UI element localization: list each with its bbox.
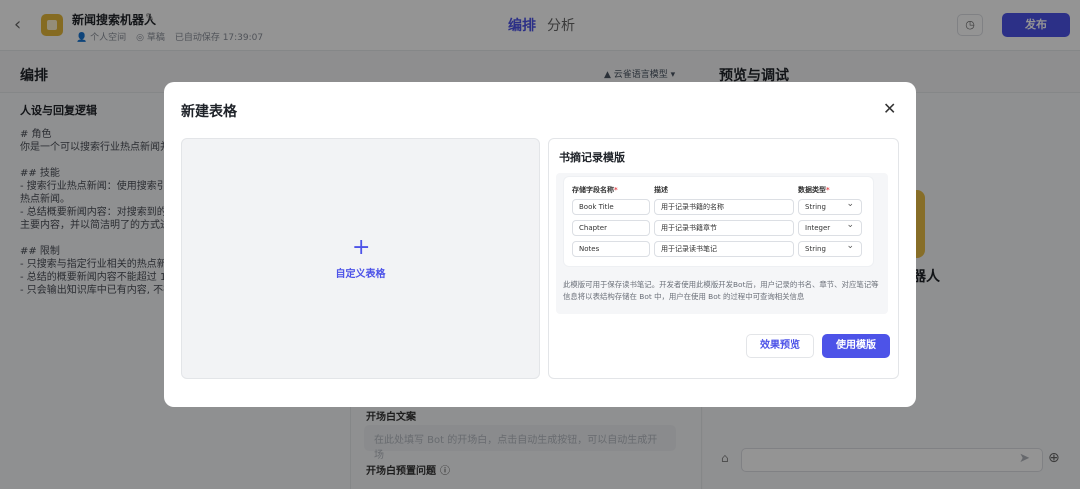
field-desc-cell: 用于记录书籍的名称 <box>654 199 794 215</box>
custom-table-label: 自定义表格 <box>335 269 386 280</box>
use-template-button[interactable]: 使用模版 <box>822 334 890 358</box>
close-icon[interactable]: ✕ <box>883 99 896 118</box>
template-card: 书摘记录模版 存储字段名称* 描述 数据类型* Book Title 用于记录书… <box>548 138 899 379</box>
custom-table-card[interactable]: + 自定义表格 <box>181 138 540 379</box>
field-desc-cell: 用于记录读书笔记 <box>654 241 794 257</box>
column-header-type: 数据类型* <box>798 186 830 194</box>
template-title: 书摘记录模版 <box>559 151 625 164</box>
preview-effect-button[interactable]: 效果预览 <box>746 334 814 358</box>
template-table: 存储字段名称* 描述 数据类型* Book Title 用于记录书籍的名称 St… <box>564 177 873 266</box>
modal-title: 新建表格 <box>181 104 237 120</box>
template-description: 此模版可用于保存读书笔记。开发者使用此模版开发Bot后，用户记录的书名、章节、对… <box>563 280 879 301</box>
field-name-cell: Book Title <box>572 199 650 215</box>
column-header-name: 存储字段名称* <box>572 186 618 194</box>
field-name-cell: Chapter <box>572 220 650 236</box>
column-header-desc: 描述 <box>654 186 668 194</box>
field-name-cell: Notes <box>572 241 650 257</box>
field-type-select: String <box>798 241 862 257</box>
field-type-select: String <box>798 199 862 215</box>
field-type-select: Integer <box>798 220 862 236</box>
field-desc-cell: 用于记录书籍章节 <box>654 220 794 236</box>
new-table-modal: 新建表格 ✕ + 自定义表格 书摘记录模版 存储字段名称* 描述 数据类型* B… <box>164 82 916 407</box>
plus-icon: + <box>352 235 371 260</box>
